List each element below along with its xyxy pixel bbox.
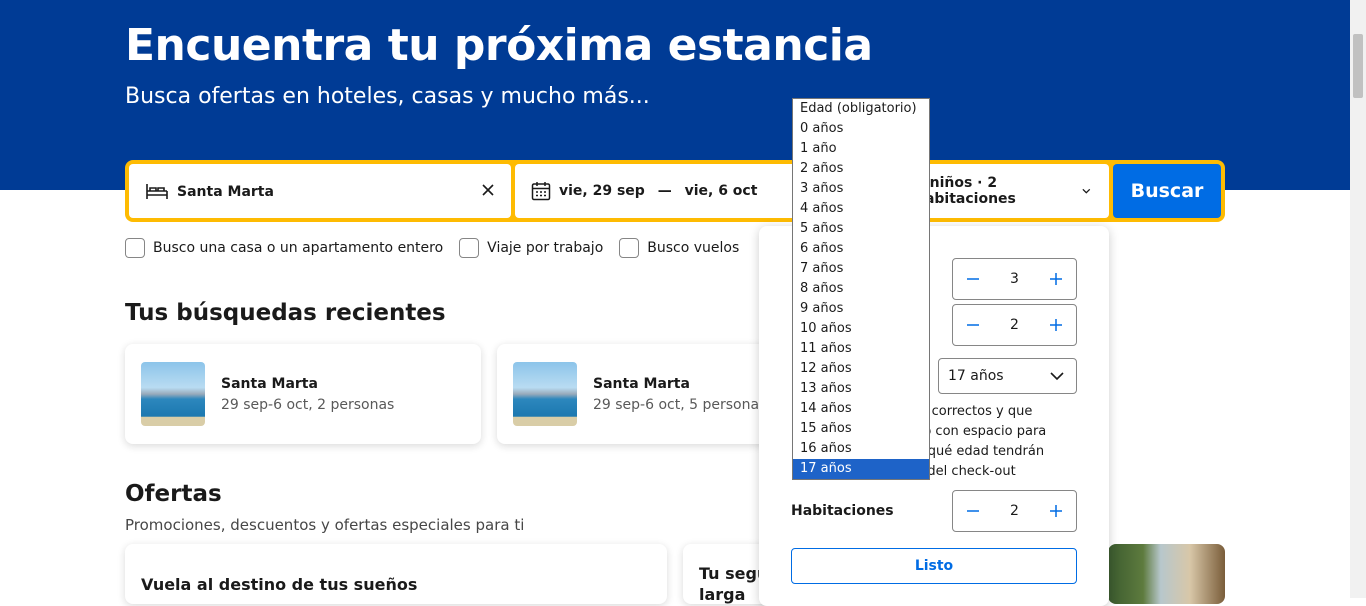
scrollbar-thumb[interactable] xyxy=(1353,34,1363,98)
recent-search-card[interactable]: Santa Marta 29 sep-6 oct, 2 personas xyxy=(125,344,481,444)
calendar-icon xyxy=(531,182,551,201)
recent-search-details: 29 sep-6 oct, 2 personas xyxy=(221,397,395,413)
destination-thumbnail xyxy=(141,362,205,426)
age-option[interactable]: 1 año xyxy=(793,139,929,159)
children-count: 2 xyxy=(1010,317,1019,333)
checkbox-business-trip[interactable]: Viaje por trabajo xyxy=(459,238,603,258)
checkbox-label: Busco vuelos xyxy=(647,240,740,256)
minus-icon[interactable] xyxy=(965,503,981,519)
age-option[interactable]: 12 años xyxy=(793,359,929,379)
age-option[interactable]: 4 años xyxy=(793,199,929,219)
rooms-count: 2 xyxy=(1010,503,1019,519)
date-range: vie, 29 sep — vie, 6 oct xyxy=(559,183,757,199)
age-option[interactable]: 16 años xyxy=(793,439,929,459)
age-option[interactable]: 17 años xyxy=(793,459,929,479)
age-option[interactable]: 7 años xyxy=(793,259,929,279)
age-option[interactable]: 3 años xyxy=(793,179,929,199)
age-option[interactable]: 10 años xyxy=(793,319,929,339)
rooms-stepper[interactable]: 2 xyxy=(952,490,1077,532)
age-option[interactable]: 11 años xyxy=(793,339,929,359)
offers-title: Ofertas xyxy=(125,481,222,507)
age-option[interactable]: 6 años xyxy=(793,239,929,259)
date-separator: — xyxy=(657,183,672,199)
child-age-select[interactable]: 17 años xyxy=(938,358,1077,394)
rooms-label: Habitaciones xyxy=(791,503,894,519)
checkbox-box[interactable] xyxy=(619,238,640,258)
hero-title: Encuentra tu próxima estancia xyxy=(125,20,873,71)
child-age-value: 17 años xyxy=(948,368,1004,384)
bed-icon xyxy=(146,184,168,199)
checkbox-box[interactable] xyxy=(459,238,480,258)
search-button[interactable]: Buscar xyxy=(1113,164,1221,218)
plus-icon[interactable] xyxy=(1048,271,1064,287)
adults-count: 3 xyxy=(1010,271,1019,287)
minus-icon[interactable] xyxy=(965,271,981,287)
destination-field[interactable]: Santa Marta xyxy=(129,164,511,218)
done-button[interactable]: Listo xyxy=(791,548,1077,584)
clear-icon[interactable] xyxy=(481,183,495,197)
age-option[interactable]: 2 años xyxy=(793,159,929,179)
occupancy-summary: 2 niños · 2 habitaciones xyxy=(915,175,1016,207)
chevron-down-icon xyxy=(1050,372,1064,381)
minus-icon[interactable] xyxy=(965,317,981,333)
recent-searches-title: Tus búsquedas recientes xyxy=(125,300,446,326)
checkbox-flights[interactable]: Busco vuelos xyxy=(619,238,739,258)
age-option[interactable]: 15 años xyxy=(793,419,929,439)
offer-photo xyxy=(1108,544,1225,604)
age-option[interactable]: 8 años xyxy=(793,279,929,299)
check-in-date: vie, 29 sep xyxy=(559,183,645,199)
recent-search-details: 29 sep-6 oct, 5 personas xyxy=(593,397,767,413)
age-option[interactable]: 13 años xyxy=(793,379,929,399)
offer-card[interactable]: Vuela al destino de tus sueños xyxy=(125,544,667,604)
destination-input[interactable]: Santa Marta xyxy=(177,184,274,200)
age-dropdown-list[interactable]: Edad (obligatorio) 0 años 1 año 2 años 3 año… xyxy=(792,98,930,480)
offers-subtitle: Promociones, descuentos y ofertas especi… xyxy=(125,516,525,534)
plus-icon[interactable] xyxy=(1048,503,1064,519)
age-option[interactable]: 9 años xyxy=(793,299,929,319)
checkbox-entire-home[interactable]: Busco una casa o un apartamento entero xyxy=(125,238,443,258)
checkbox-label: Busco una casa o un apartamento entero xyxy=(153,240,444,256)
age-option[interactable]: 14 años xyxy=(793,399,929,419)
age-option[interactable]: Edad (obligatorio) xyxy=(793,99,929,119)
check-out-date: vie, 6 oct xyxy=(684,183,758,199)
page-scrollbar[interactable] xyxy=(1350,0,1366,598)
occupancy-field[interactable]: 2 niños · 2 habitaciones xyxy=(915,164,1109,218)
hero-subtitle: Busca ofertas en hoteles, casas y mucho … xyxy=(125,84,650,109)
children-stepper[interactable]: 2 xyxy=(952,304,1077,346)
checkbox-box[interactable] xyxy=(125,238,145,258)
recent-search-title: Santa Marta xyxy=(593,376,690,392)
plus-icon[interactable] xyxy=(1048,317,1064,333)
offer-title: Vuela al destino de tus sueños xyxy=(141,575,418,594)
adults-stepper[interactable]: 3 xyxy=(952,258,1077,300)
recent-search-title: Santa Marta xyxy=(221,376,318,392)
age-option[interactable]: 5 años xyxy=(793,219,929,239)
search-options: Busco una casa o un apartamento entero V… xyxy=(125,238,739,258)
chevron-down-icon xyxy=(1082,188,1091,194)
search-bar: Santa Marta vie, 29 sep — vie, 6 oct 2 n… xyxy=(125,160,1225,222)
age-option[interactable]: 0 años xyxy=(793,119,929,139)
checkbox-label: Viaje por trabajo xyxy=(487,240,604,256)
destination-thumbnail xyxy=(513,362,577,426)
